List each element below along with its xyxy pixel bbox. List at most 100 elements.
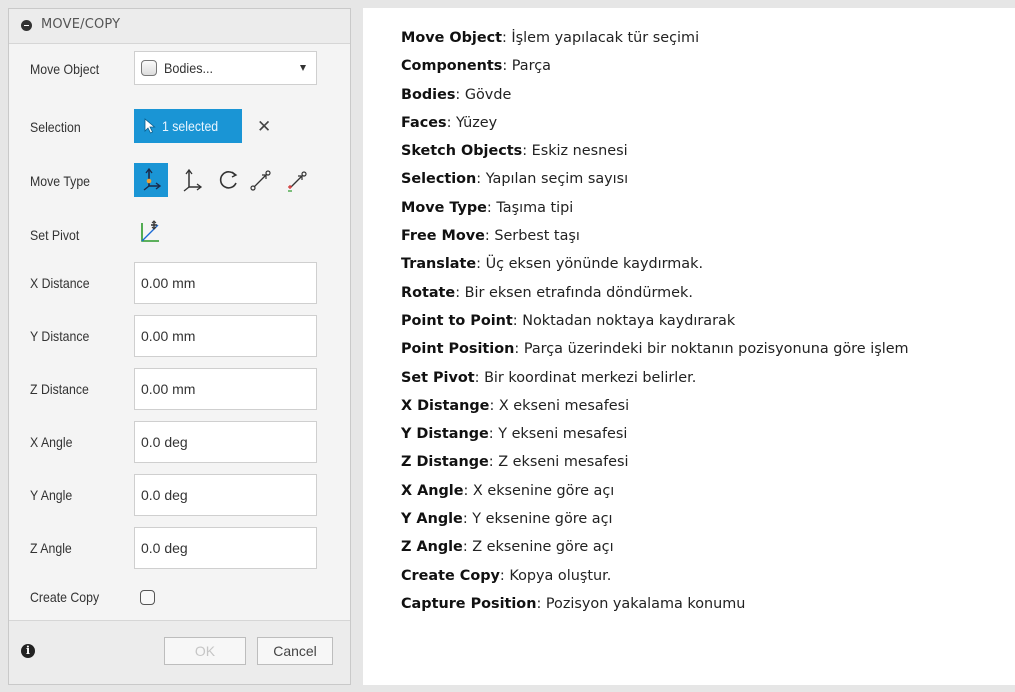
description-term: Z Angle (401, 539, 463, 556)
selection-label: Selection (30, 119, 81, 135)
description-text: : Üç eksen yönünde kaydırmak. (476, 256, 704, 273)
description-text: : Eskiz nesnesi (522, 143, 628, 160)
description-text: : X eksenine göre açı (463, 482, 615, 499)
description-item: Capture Position: Pozisyon yakalama konu… (401, 590, 961, 618)
x-distance-label: X Distance (30, 275, 90, 291)
description-text: : Taşıma tipi (486, 199, 574, 216)
z-distance-row: Z Distance (9, 368, 350, 410)
description-text: : Yapılan seçim sayısı (476, 171, 629, 188)
description-item: Selection: Yapılan seçim sayısı (401, 165, 961, 193)
dialog-title: MOVE/COPY (41, 17, 121, 32)
description-text: : Parça (502, 58, 551, 75)
y-angle-row: Y Angle (9, 474, 350, 516)
ok-button[interactable]: OK (164, 637, 246, 665)
selection-button[interactable]: 1 selected (134, 109, 242, 143)
z-angle-label: Z Angle (30, 540, 72, 556)
move-type-label: Move Type (30, 173, 91, 189)
y-distance-input[interactable] (135, 316, 316, 356)
description-item: Translate: Üç eksen yönünde kaydırmak. (401, 250, 961, 278)
rotate-icon[interactable] (212, 163, 246, 197)
create-copy-label: Create Copy (30, 589, 100, 605)
point-to-point-icon[interactable] (244, 163, 278, 197)
description-term: Z Distange (401, 454, 489, 471)
translate-icon[interactable] (176, 163, 210, 197)
x-angle-input[interactable] (135, 422, 316, 462)
z-distance-label: Z Distance (30, 381, 89, 397)
description-text: : Y ekseni mesafesi (488, 426, 628, 443)
description-item: Y Angle: Y eksenine göre açı (401, 505, 961, 533)
description-item: Components: Parça (401, 52, 961, 80)
description-term: Move Type (401, 199, 487, 216)
y-distance-field[interactable] (134, 315, 317, 357)
description-item: Z Angle: Z eksenine göre açı (401, 533, 961, 561)
description-text: : Bir eksen etrafında döndürmek. (455, 284, 693, 301)
description-text: : Gövde (455, 86, 512, 103)
description-item: Sketch Objects: Eskiz nesnesi (401, 137, 961, 165)
y-angle-input[interactable] (135, 475, 316, 515)
info-icon[interactable]: i (21, 644, 35, 658)
move-object-label: Move Object (30, 61, 100, 77)
description-item: Rotate: Bir eksen etrafında döndürmek. (401, 279, 961, 307)
description-item: Point Position: Parça üzerindeki bir nok… (401, 335, 961, 363)
set-pivot-label: Set Pivot (30, 227, 80, 243)
description-item: X Angle: X eksenine göre açı (401, 477, 961, 505)
move-copy-dialog: MOVE/COPY Move Object Bodies... Selectio… (8, 8, 351, 685)
x-angle-label: X Angle (30, 434, 73, 450)
description-text: : Yüzey (446, 114, 498, 131)
figure-frame: MOVE/COPY Move Object Bodies... Selectio… (0, 0, 1015, 692)
move-object-row: Move Object Bodies... (9, 51, 350, 87)
z-distance-field[interactable] (134, 368, 317, 410)
cancel-button[interactable]: Cancel (257, 637, 333, 665)
description-text: : Kopya oluştur. (499, 567, 612, 584)
dialog-header: MOVE/COPY (9, 9, 350, 44)
y-angle-label: Y Angle (30, 487, 73, 503)
description-item: Move Object: İşlem yapılacak tür seçimi (401, 24, 961, 52)
description-term: Move Object (401, 30, 502, 46)
x-distance-field[interactable] (134, 262, 317, 304)
free-move-icon[interactable] (134, 163, 168, 197)
description-term: Create Copy (401, 567, 500, 584)
description-term: Y Distange (401, 426, 489, 443)
move-object-dropdown[interactable]: Bodies... (134, 51, 317, 85)
description-text: : Serbest taşı (484, 228, 580, 245)
description-term: Translate (401, 256, 477, 273)
selection-count: 1 selected (162, 118, 219, 134)
description-term: Faces (401, 114, 447, 131)
description-item: Set Pivot: Bir koordinat merkezi belirle… (401, 364, 961, 392)
x-angle-field[interactable] (134, 421, 317, 463)
description-term: Point to Point (401, 312, 513, 329)
set-pivot-icon[interactable] (137, 219, 163, 252)
cursor-icon (144, 118, 156, 139)
clear-selection-icon[interactable]: ✕ (257, 117, 271, 137)
body-icon (141, 60, 157, 76)
description-item: Z Distange: Z ekseni mesafesi (401, 448, 961, 476)
x-distance-input[interactable] (135, 263, 316, 303)
description-item: Create Copy: Kopya oluştur. (401, 562, 961, 590)
set-pivot-row: Set Pivot (9, 217, 350, 253)
collapse-icon[interactable] (21, 20, 32, 31)
description-text: : Z eksenine göre açı (462, 539, 614, 556)
description-text: : Pozisyon yakalama konumu (536, 595, 746, 612)
description-text: : X ekseni mesafesi (489, 397, 630, 414)
point-position-icon[interactable] (280, 163, 314, 197)
description-term: Y Angle (401, 511, 463, 528)
description-item: Y Distange: Y ekseni mesafesi (401, 420, 961, 448)
y-angle-field[interactable] (134, 474, 317, 516)
description-term: Point Position (401, 341, 515, 358)
move-type-row: Move Type (9, 163, 350, 199)
create-copy-checkbox[interactable] (140, 590, 155, 605)
z-distance-input[interactable] (135, 369, 316, 409)
description-text: : Bir koordinat merkezi belirler. (474, 369, 697, 386)
z-angle-field[interactable] (134, 527, 317, 569)
description-term: Free Move (401, 228, 485, 245)
description-text: : Z ekseni mesafesi (488, 454, 629, 471)
z-angle-input[interactable] (135, 528, 316, 568)
move-object-value: Bodies... (164, 60, 214, 76)
y-distance-label: Y Distance (30, 328, 90, 344)
description-text: : Noktadan noktaya kaydırarak (512, 312, 736, 329)
description-text: : Parça üzerindeki bir noktanın pozisyon… (514, 341, 909, 358)
description-text: : İşlem yapılacak tür seçimi (502, 30, 700, 46)
description-panel: Move Object: İşlem yapılacak tür seçimi … (363, 8, 1015, 685)
y-distance-row: Y Distance (9, 315, 350, 357)
x-angle-row: X Angle (9, 421, 350, 463)
